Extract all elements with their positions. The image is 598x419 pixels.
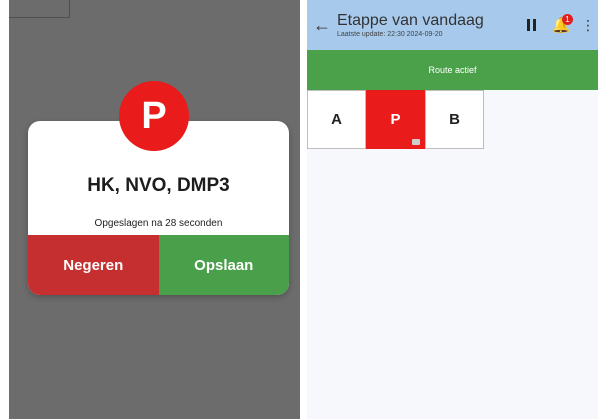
page-title: Etappe van vandaag: [337, 11, 484, 29]
message-icon: [412, 139, 420, 145]
route-status-bar: Route actief: [307, 50, 598, 90]
stop-label: B: [449, 111, 460, 128]
stop-badge: P: [119, 81, 189, 151]
stop-tile-b[interactable]: B: [425, 90, 484, 149]
ignore-button[interactable]: Negeren: [28, 235, 159, 295]
more-menu-icon[interactable]: ⋮: [578, 17, 598, 34]
dialog-button-row: Negeren Opslaan: [28, 235, 289, 295]
stops-row: A P B: [307, 90, 484, 149]
save-button[interactable]: Opslaan: [158, 235, 289, 295]
dialog-title: HK, NVO, DMP3: [87, 175, 230, 196]
route-screen: ← Etappe van vandaag Laatste update: 22:…: [307, 0, 598, 419]
dimmed-background: HK, NVO, DMP3 Opgeslagen na 28 seconden …: [9, 0, 300, 419]
stop-tile-p[interactable]: P: [366, 90, 425, 149]
back-arrow-icon[interactable]: ←: [307, 15, 337, 36]
notification-count-badge: 1: [562, 14, 573, 25]
pause-icon[interactable]: [518, 19, 544, 31]
last-update-text: Laatste update: 22:30 2024-09-20: [337, 30, 443, 38]
notifications-button[interactable]: 🔔 1: [544, 13, 578, 37]
top-app-bar: ← Etappe van vandaag Laatste update: 22:…: [307, 0, 598, 50]
background-edge: [9, 0, 70, 18]
dialog-save-note: Opgeslagen na 28 seconden: [94, 218, 223, 229]
stop-label: P: [390, 111, 401, 128]
title-block: Etappe van vandaag Laatste update: 22:30…: [337, 12, 518, 39]
stop-tile-a[interactable]: A: [307, 90, 366, 149]
stop-label: A: [331, 111, 342, 128]
